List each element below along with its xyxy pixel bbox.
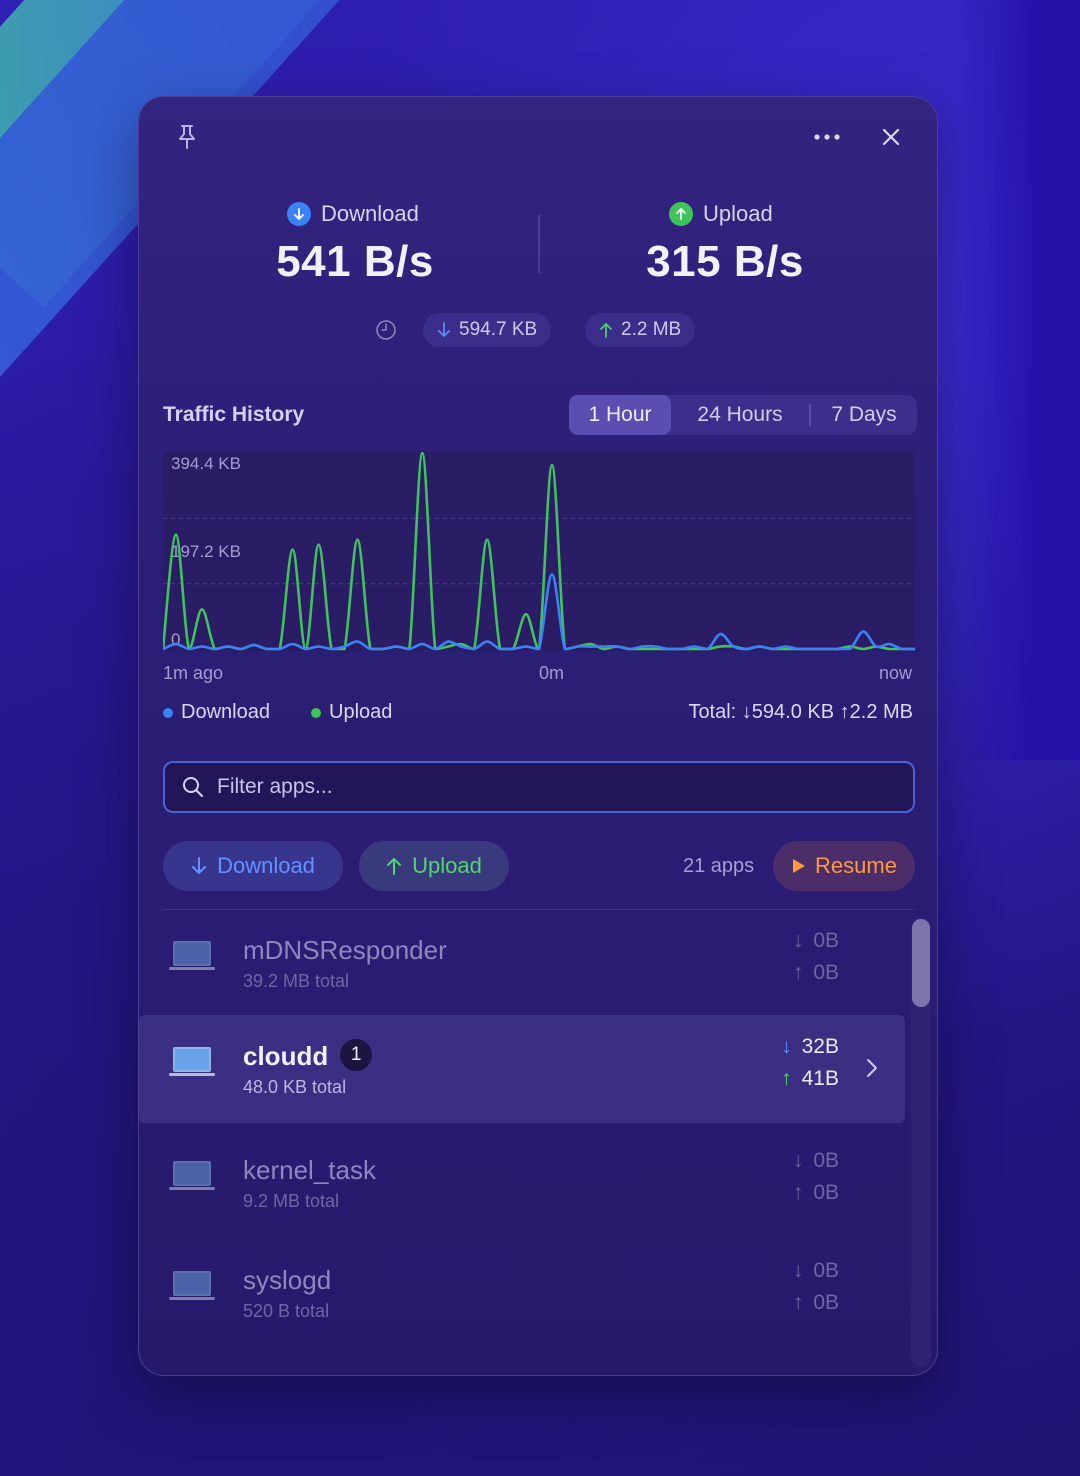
- up-arrow-icon: [387, 858, 402, 875]
- traffic-chart-svg: 394.4 KB 197.2 KB 0: [161, 451, 915, 651]
- app-name: mDNSResponder: [243, 935, 447, 965]
- x-tick-mid: 0m: [539, 663, 565, 683]
- traffic-chart: 394.4 KB 197.2 KB 0: [161, 451, 915, 651]
- app-total: 48.0 KB total: [243, 1077, 347, 1097]
- computer-icon: [169, 1161, 215, 1190]
- x-tick-start: 1m ago: [163, 663, 224, 683]
- tab-7-days[interactable]: 7 Days: [811, 395, 917, 435]
- clock-icon: [373, 317, 399, 343]
- ellipsis-icon: [814, 134, 840, 140]
- series-line-upload: [161, 451, 915, 651]
- tab-1-hour[interactable]: 1 Hour: [569, 395, 671, 435]
- app-total: 39.2 MB total: [243, 971, 350, 991]
- y-tick-label: 197.2 KB: [171, 542, 241, 561]
- legend-download: Download: [163, 701, 270, 724]
- tab-24-hours[interactable]: 24 Hours: [671, 395, 809, 435]
- download-label: Download: [287, 201, 419, 227]
- pin-icon[interactable]: [169, 119, 205, 155]
- up-arrow-icon: ↑: [792, 1181, 804, 1204]
- app-rates: ↓ 0B ↑ 0B: [792, 1149, 839, 1204]
- filter-apps-input[interactable]: [217, 775, 897, 799]
- x-tick-end: now: [879, 663, 913, 683]
- down-arrow-icon: [192, 857, 207, 874]
- computer-icon: [169, 941, 215, 970]
- up-arrow-icon: [600, 323, 612, 338]
- app-row-mdnsresponder[interactable]: mDNSResponder 39.2 MB total ↓ 0B ↑ 0B: [139, 909, 905, 1017]
- more-options-button[interactable]: [807, 119, 847, 155]
- up-arrow-icon: ↑: [792, 1291, 804, 1314]
- up-arrow-icon: ↑: [792, 961, 804, 984]
- sort-download-button[interactable]: Download: [163, 841, 343, 891]
- computer-icon: [169, 1047, 215, 1076]
- legend-upload-dot: [311, 707, 321, 718]
- play-icon: [793, 859, 806, 873]
- scrollbar-thumb[interactable]: [912, 919, 930, 1007]
- app-name: syslogd: [243, 1265, 332, 1295]
- legend-upload: Upload: [311, 701, 392, 724]
- apps-count: 21 apps: [683, 855, 755, 877]
- upload-arrow-icon: [669, 202, 693, 226]
- app-row-cloudd[interactable]: cloudd 1 48.0 KB total ↓ 32B ↑ 41B: [139, 1015, 905, 1123]
- chart-total: Total: ↓594.0 KB ↑2.2 MB: [688, 701, 913, 723]
- app-row-kernel-task[interactable]: kernel_task 9.2 MB total ↓ 0B ↑ 0B: [139, 1129, 905, 1237]
- download-arrow-icon: [287, 202, 311, 226]
- down-arrow-icon: ↓: [781, 1035, 792, 1058]
- up-arrow-icon: ↑: [781, 1067, 792, 1090]
- range-segmented-control: 1 Hour 24 Hours 7 Days: [569, 395, 917, 435]
- session-download-chip: 594.7 KB: [423, 313, 552, 347]
- close-button[interactable]: [873, 119, 909, 155]
- down-arrow-icon: [438, 322, 450, 337]
- connection-count-badge: 1: [340, 1039, 373, 1072]
- app-name: cloudd 1: [243, 1039, 373, 1074]
- upload-label: Upload: [669, 201, 773, 227]
- app-name: kernel_task: [243, 1155, 376, 1185]
- chevron-right-icon[interactable]: [865, 1057, 879, 1079]
- close-icon: [882, 128, 900, 146]
- app-row-syslogd[interactable]: syslogd 520 B total ↓ 0B ↑ 0B: [139, 1239, 905, 1347]
- down-arrow-icon: ↓: [792, 1259, 804, 1282]
- down-arrow-icon: ↓: [792, 1149, 804, 1172]
- filter-apps-field[interactable]: [163, 761, 915, 813]
- app-total: 9.2 MB total: [243, 1191, 340, 1211]
- computer-icon: [169, 1271, 215, 1300]
- app-rates: ↓ 0B ↑ 0B: [792, 929, 839, 984]
- resume-button[interactable]: Resume: [773, 841, 915, 891]
- sort-upload-button[interactable]: Upload: [359, 841, 509, 891]
- app-total: 520 B total: [243, 1301, 330, 1321]
- upload-rate: 315 B/s: [646, 237, 804, 286]
- y-tick-label: 394.4 KB: [171, 454, 241, 473]
- y-tick-label: 0: [171, 630, 180, 649]
- down-arrow-icon: ↓: [792, 929, 804, 952]
- legend-download-dot: [163, 707, 173, 718]
- traffic-history-title: Traffic History: [163, 403, 305, 426]
- app-rates: ↓ 32B ↑ 41B: [781, 1035, 839, 1090]
- session-upload-chip: 2.2 MB: [585, 313, 696, 347]
- app-rates: ↓ 0B ↑ 0B: [792, 1259, 839, 1314]
- download-rate: 541 B/s: [276, 237, 434, 286]
- network-monitor-panel: Download 541 B/s Upload 315 B/s 594.7 KB…: [138, 96, 938, 1376]
- search-icon: [183, 777, 203, 797]
